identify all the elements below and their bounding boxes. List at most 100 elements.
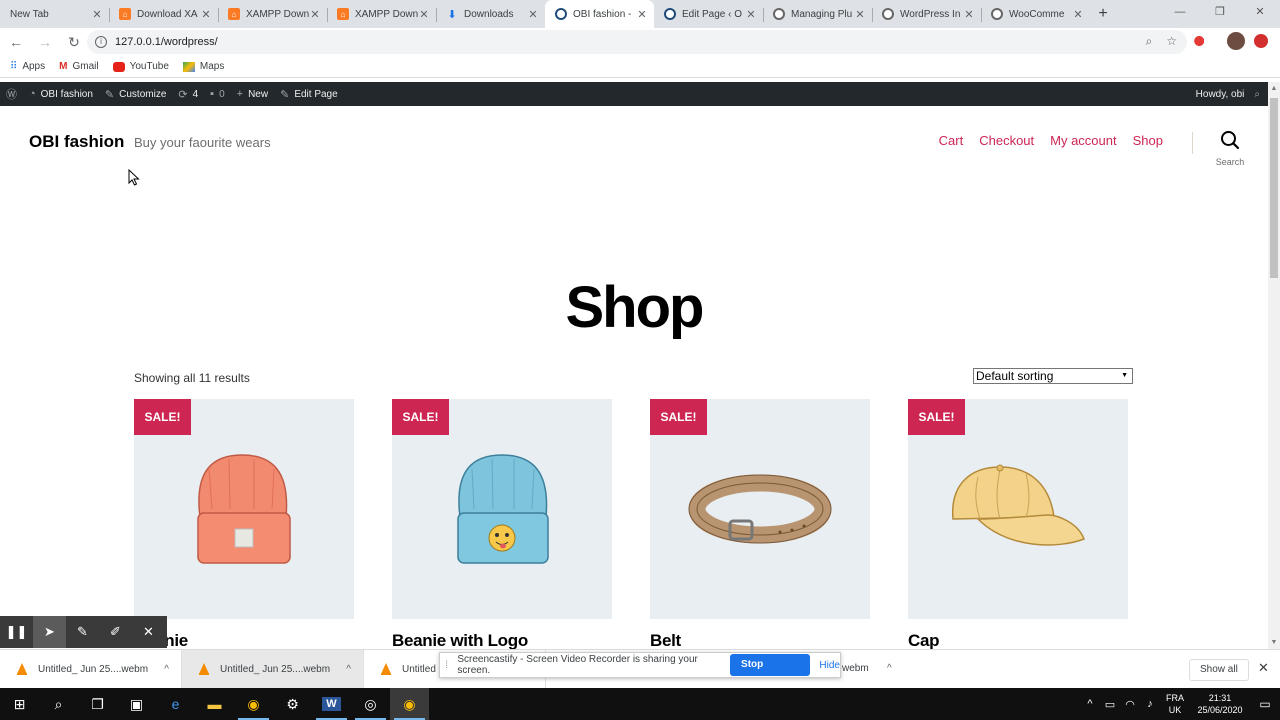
download-item[interactable]: Untitled_ Jun 25....webm ^ — [0, 649, 182, 689]
close-icon[interactable]: ✕ — [91, 8, 103, 21]
tab-xampp-download-2[interactable]: ⌂ XAMPP Down ✕ — [327, 0, 436, 28]
notification-icon[interactable]: ▭ — [1250, 697, 1280, 711]
search-icon[interactable]: ⌕ — [39, 688, 78, 720]
close-icon[interactable]: ✕ — [745, 8, 757, 21]
stop-sharing-button[interactable]: Stop sharing — [730, 654, 811, 692]
close-icon[interactable]: ✕ — [309, 8, 321, 21]
wp-updates[interactable]: ⟳ 4 — [172, 82, 204, 106]
screencastify-icon[interactable]: ◎ — [351, 688, 390, 720]
minimize-icon[interactable]: — — [1160, 0, 1200, 24]
drag-handle-icon[interactable]: ⁞ — [440, 660, 453, 671]
tab-downloads[interactable]: ⬇ Downloads ✕ — [436, 0, 545, 28]
back-icon[interactable]: ← — [3, 29, 29, 55]
clock[interactable]: 21:31 25/06/2020 — [1190, 692, 1250, 716]
search-icon[interactable]: ⌕ — [1254, 89, 1260, 100]
close-icon[interactable]: ✕ — [418, 8, 430, 21]
chevron-up-icon[interactable]: ^ — [1080, 698, 1100, 710]
pause-icon[interactable]: ❚❚ — [0, 624, 33, 640]
windows-start-icon[interactable]: ⊞ — [0, 688, 39, 720]
wifi-icon[interactable]: ◠ — [1120, 698, 1140, 711]
scroll-up-icon[interactable]: ▲ — [1268, 85, 1280, 92]
restore-icon[interactable]: ❐ — [1200, 0, 1240, 24]
pointer-icon[interactable]: ➤ — [33, 616, 66, 648]
screencastify-extension-icon[interactable] — [1192, 32, 1210, 50]
close-icon[interactable]: ✕ — [1258, 660, 1269, 676]
forward-icon[interactable]: → — [32, 29, 58, 55]
product-card-beanie-with-logo[interactable]: SALE! Beanie with Logo — [392, 399, 612, 649]
tab-managing-plugins[interactable]: Managing Plu ✕ — [763, 0, 872, 28]
wp-edit-page[interactable]: ✎ Edit Page — [274, 82, 344, 106]
scroll-down-icon[interactable]: ▼ — [1268, 639, 1280, 646]
reload-icon[interactable]: ↻ — [61, 29, 87, 55]
product-image[interactable]: SALE! — [392, 399, 612, 619]
site-title[interactable]: OBI fashion — [29, 132, 124, 152]
search-toggle[interactable]: Search — [1212, 130, 1248, 167]
close-icon[interactable]: ✕ — [963, 8, 975, 21]
close-icon[interactable]: ✕ — [854, 8, 866, 21]
menu-icon[interactable] — [1254, 34, 1268, 48]
product-card-cap[interactable]: SALE! Cap — [908, 399, 1128, 649]
highlighter-icon[interactable]: ✐ — [99, 624, 132, 640]
product-image[interactable]: SALE! — [908, 399, 1128, 619]
tab-wordpress-install[interactable]: WordPress In ✕ — [872, 0, 981, 28]
wp-logo-menu[interactable]: Ⓦ — [0, 82, 23, 106]
bookmark-apps[interactable]: ⠿ Apps — [10, 61, 45, 72]
close-window-icon[interactable]: ✕ — [1240, 0, 1280, 24]
file-explorer-icon[interactable]: ▬ — [195, 688, 234, 720]
task-view-icon[interactable]: ❐ — [78, 688, 117, 720]
battery-icon[interactable]: ▭ — [1100, 698, 1120, 711]
chevron-up-icon[interactable]: ^ — [346, 664, 351, 675]
product-name[interactable]: Beanie with Logo — [392, 631, 612, 649]
bookmark-star-icon[interactable]: ☆ — [1166, 34, 1177, 49]
settings-icon[interactable]: ⚙ — [273, 688, 312, 720]
close-icon[interactable]: ✕ — [132, 624, 165, 640]
chrome-active-icon[interactable]: ◉ — [390, 688, 429, 720]
hide-button[interactable]: Hide — [819, 660, 840, 671]
edge-icon[interactable]: e — [156, 688, 195, 720]
info-icon[interactable]: i — [95, 36, 107, 48]
language-indicator[interactable]: FRA UK — [1160, 692, 1190, 716]
address-bar[interactable]: i 127.0.0.1/wordpress/ ⌕ ☆ — [87, 30, 1187, 54]
wp-comments[interactable]: ▪ 0 — [204, 82, 230, 106]
chevron-up-icon[interactable]: ^ — [887, 663, 892, 674]
zoom-icon[interactable]: ⌕ — [1146, 34, 1153, 49]
tab-edit-page[interactable]: Edit Page ‹ O ✕ — [654, 0, 763, 28]
word-icon[interactable]: W — [312, 688, 351, 720]
volume-icon[interactable]: ♪ — [1140, 698, 1160, 710]
product-image[interactable]: SALE! — [134, 399, 354, 619]
menu-item-shop[interactable]: Shop — [1133, 133, 1163, 148]
close-icon[interactable]: ✕ — [636, 8, 648, 21]
store-icon[interactable]: ▣ — [117, 688, 156, 720]
tab-xampp-download-1[interactable]: ⌂ XAMPP Down ✕ — [218, 0, 327, 28]
tab-obi-fashion[interactable]: OBI fashion - ✕ — [545, 0, 654, 28]
product-name[interactable]: Beanie — [134, 631, 354, 649]
menu-item-checkout[interactable]: Checkout — [979, 133, 1034, 148]
bookmark-gmail[interactable]: M Gmail — [59, 61, 98, 72]
pen-icon[interactable]: ✎ — [66, 624, 99, 640]
wp-site-name[interactable]: ◔ OBI fashion — [23, 82, 99, 106]
wp-new[interactable]: + New — [231, 82, 274, 106]
new-tab-button[interactable]: + — [1090, 0, 1116, 28]
tab-woocommerce[interactable]: WooComme ✕ — [981, 0, 1090, 28]
close-icon[interactable]: ✕ — [527, 8, 539, 21]
sorting-select[interactable]: Default sorting ▼ — [973, 368, 1133, 384]
menu-item-my-account[interactable]: My account — [1050, 133, 1116, 148]
product-name[interactable]: Cap — [908, 631, 1128, 649]
scrollbar-thumb[interactable] — [1270, 98, 1278, 278]
bookmark-youtube[interactable]: YouTube — [112, 61, 169, 72]
product-card-beanie[interactable]: SALE! Beanie — [134, 399, 354, 649]
show-all-button[interactable]: Show all — [1189, 659, 1249, 681]
avatar[interactable] — [1227, 32, 1245, 50]
chevron-up-icon[interactable]: ^ — [164, 664, 169, 675]
tab-download-xampp[interactable]: ⌂ Download XA ✕ — [109, 0, 218, 28]
download-item[interactable]: Untitled_ Jun 25....webm ^ — [182, 649, 364, 689]
product-card-belt[interactable]: SALE! Belt — [650, 399, 870, 649]
menu-item-cart[interactable]: Cart — [939, 133, 964, 148]
bookmark-maps[interactable]: Maps — [182, 61, 224, 72]
close-icon[interactable]: ✕ — [1072, 8, 1084, 21]
product-name[interactable]: Belt — [650, 631, 870, 649]
product-image[interactable]: SALE! — [650, 399, 870, 619]
chrome-icon[interactable]: ◉ — [234, 688, 273, 720]
wp-customize[interactable]: ✎ Customize — [99, 82, 172, 106]
close-icon[interactable]: ✕ — [200, 8, 212, 21]
